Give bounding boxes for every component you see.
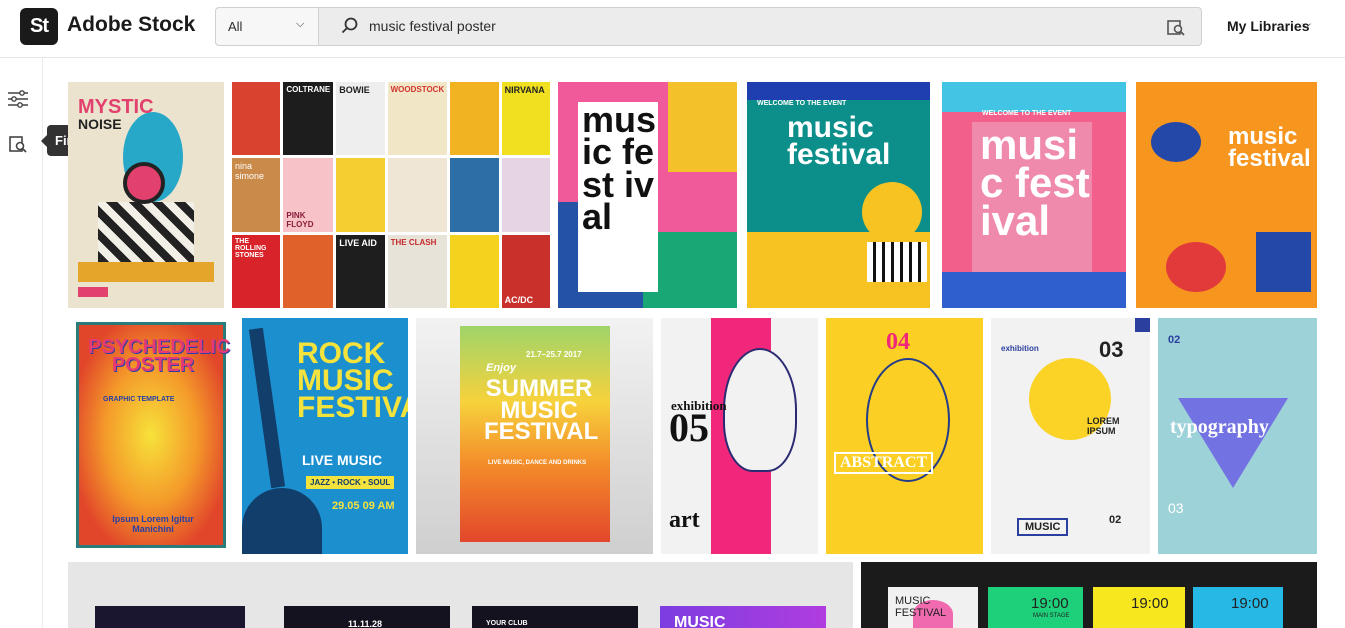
- my-libraries-button[interactable]: My Libraries: [1227, 18, 1309, 34]
- top-bar: St Adobe Stock All ⌵ music festival post…: [0, 0, 1345, 58]
- poster-line: JAZZ • ROCK • SOUL: [306, 476, 395, 489]
- poster-title: music festival: [787, 111, 891, 171]
- poster-label: 11.11.28: [348, 619, 383, 628]
- poster-title: typography: [1170, 416, 1269, 438]
- poster-tagline: WELCOME TO THE EVENT: [982, 110, 1072, 117]
- poster-time: 19:00: [1231, 595, 1269, 612]
- result-thumbnail[interactable]: MYSTIC NOISE: [68, 82, 224, 308]
- poster-number: 03: [1099, 337, 1124, 362]
- scope-dropdown[interactable]: All ⌵: [216, 8, 319, 45]
- poster-subtitle: GRAPHIC TEMPLATE: [103, 396, 175, 403]
- brand-name[interactable]: Adobe Stock: [67, 13, 195, 37]
- visual-search-icon[interactable]: [1166, 17, 1186, 37]
- poster-label: YOUR CLUB: [486, 620, 528, 627]
- adobe-stock-logo[interactable]: St: [20, 8, 58, 45]
- result-thumbnail[interactable]: 11.11.28 YOUR CLUB MUSIC: [68, 562, 853, 628]
- poster-label: PINK FLOYD: [283, 158, 334, 232]
- poster-number: 05: [669, 405, 709, 450]
- poster-subtitle: NOISE: [78, 116, 122, 132]
- result-thumbnail[interactable]: exhibition 05 art: [661, 318, 818, 554]
- left-rail: [0, 58, 43, 628]
- result-thumbnail[interactable]: music fest ival: [558, 82, 737, 308]
- poster-title: SUMMER MUSIC FESTIVAL: [484, 375, 599, 446]
- result-thumbnail[interactable]: WELCOME TO THE EVENT music festival: [747, 82, 930, 308]
- poster-label: nina simone: [232, 158, 281, 232]
- chevron-down-icon: ⌵: [296, 18, 305, 30]
- poster-label: LIVE AID: [336, 234, 385, 308]
- poster-time: 19:00: [1131, 595, 1169, 612]
- find-similar-icon[interactable]: [8, 134, 28, 154]
- poster-label: MUSIC: [674, 614, 726, 628]
- result-thumbnail[interactable]: Enjoy 21.7–25.7 2017 SUMMER MUSIC FESTIV…: [416, 318, 653, 554]
- poster-label: THE ROLLING STONES: [232, 234, 281, 308]
- poster-small: 02: [1109, 514, 1122, 526]
- poster-title: ROCK MUSIC FESTIVAL: [297, 337, 408, 424]
- poster-lorem: LOREM IPSUM: [1087, 416, 1120, 436]
- poster-dates: 21.7–25.7 2017: [526, 350, 582, 359]
- poster-title: ABSTRACT: [834, 452, 934, 474]
- result-thumbnail[interactable]: MUSIC FESTIVAL 19:00 19:00 19:00 MAIN ST…: [861, 562, 1317, 628]
- poster-title: music festival: [1228, 123, 1311, 172]
- poster-title: music fest ival: [980, 121, 1090, 244]
- search-input[interactable]: music festival poster: [369, 18, 496, 34]
- poster-label: WOODSTOCK: [387, 82, 448, 156]
- result-thumbnail[interactable]: exhibition 03 LOREM IPSUM MUSIC 02: [991, 318, 1150, 554]
- chevron-down-icon[interactable]: ⌵: [1302, 17, 1311, 32]
- poster-number: 04: [886, 329, 910, 355]
- poster-tagline: WELCOME TO THE EVENT: [757, 100, 847, 107]
- poster-music: MUSIC: [1017, 518, 1069, 536]
- poster-label: COLTRANE: [283, 82, 334, 156]
- result-thumbnail[interactable]: PSYCHEDELIC POSTER GRAPHIC TEMPLATE Ipsu…: [68, 318, 234, 554]
- poster-title: music fest ival: [582, 99, 657, 238]
- poster-subtitle: LIVE MUSIC, DANCE AND DRINKS: [488, 460, 587, 466]
- poster-label: BOWIE: [336, 82, 385, 156]
- search-icon[interactable]: [341, 17, 359, 35]
- poster-title: exhibition: [1001, 344, 1039, 353]
- poster-title: MYSTIC: [78, 96, 154, 118]
- scope-value: All: [228, 19, 243, 34]
- poster-art: art: [669, 507, 700, 533]
- result-thumbnail[interactable]: COLTRANE BOWIE WOODSTOCK NIRVANA nina si…: [232, 82, 550, 308]
- search-bar: All ⌵ music festival poster: [215, 7, 1202, 46]
- poster-footer: Ipsum Lorem Igitur Manichini: [112, 514, 194, 534]
- poster-time: 19:00: [1031, 595, 1069, 612]
- result-thumbnail[interactable]: 02 typography 03: [1158, 318, 1317, 554]
- result-thumbnail[interactable]: 04 ABSTRACT: [826, 318, 983, 554]
- poster-stage: MAIN STAGE: [1033, 613, 1070, 619]
- poster-line: LIVE MUSIC: [302, 452, 383, 468]
- poster-number: 02: [1168, 334, 1181, 346]
- poster-number: 03: [1168, 500, 1184, 516]
- poster-label: THE CLASH: [387, 234, 448, 308]
- poster-title: MUSIC FESTIVAL: [895, 595, 947, 620]
- poster-label: AC/DC: [501, 234, 550, 308]
- poster-tagline: Enjoy: [486, 362, 516, 374]
- result-thumbnail[interactable]: music festival: [1136, 82, 1317, 308]
- poster-label: NIRVANA: [501, 82, 550, 156]
- poster-title: PSYCHEDELIC POSTER: [88, 336, 231, 376]
- filters-icon[interactable]: [7, 89, 29, 109]
- poster-date: 29.05 09 AM: [332, 500, 395, 512]
- result-thumbnail[interactable]: WELCOME TO THE EVENT music fest ival: [942, 82, 1126, 308]
- result-thumbnail[interactable]: ROCK MUSIC FESTIVAL LIVE MUSIC JAZZ • RO…: [242, 318, 408, 554]
